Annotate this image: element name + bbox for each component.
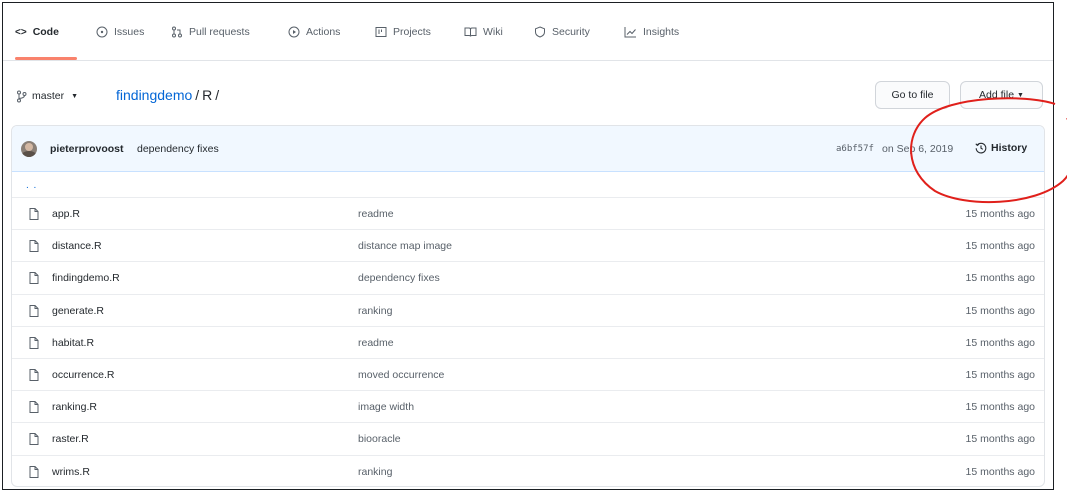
file-commit-age: 15 months ago (965, 401, 1035, 414)
breadcrumb-separator: / (195, 87, 200, 103)
active-tab-indicator (15, 57, 77, 60)
file-commit-age: 15 months ago (965, 433, 1035, 446)
breadcrumb-trailing-separator: / (215, 87, 220, 103)
latest-commit-bar: pieterprovoost dependency fixes a6bf57f … (12, 126, 1044, 172)
file-name-link[interactable]: findingdemo.R (52, 272, 120, 284)
project-icon (375, 27, 387, 37)
repo-nav: <> Code Issues Pull requests Actions Pro… (3, 3, 1053, 61)
breadcrumb: findingdemo / R / (116, 85, 222, 105)
tab-issues[interactable]: Issues (96, 25, 144, 39)
table-row[interactable]: habitat.R readme 15 months ago (12, 327, 1044, 359)
table-row[interactable]: wrims.R ranking 15 months ago (12, 456, 1044, 487)
branch-icon (17, 90, 27, 102)
tab-label: Code (32, 26, 59, 38)
breadcrumb-directory: R (202, 87, 213, 103)
repository-page: <> Code Issues Pull requests Actions Pro… (2, 2, 1054, 490)
table-row[interactable]: distance.R distance map image 15 months … (12, 230, 1044, 263)
table-row[interactable]: ranking.R image width 15 months ago (12, 391, 1044, 424)
play-icon (288, 26, 300, 38)
avatar[interactable] (21, 141, 37, 157)
file-icon (29, 433, 39, 446)
breadcrumb-repo-link[interactable]: findingdemo (116, 87, 192, 103)
file-commit-age: 15 months ago (965, 304, 1035, 317)
shield-icon (535, 26, 545, 38)
file-commit-message-link[interactable]: image width (358, 401, 414, 413)
file-icon (29, 368, 39, 381)
file-icon (29, 208, 39, 220)
tab-label: Pull requests (189, 26, 250, 38)
file-icon (29, 465, 39, 478)
file-name-link[interactable]: distance.R (52, 240, 102, 252)
file-name-link[interactable]: wrims.R (52, 466, 90, 478)
annotation-circle (910, 97, 1067, 204)
file-commit-age: 15 months ago (965, 336, 1035, 349)
issue-icon (96, 26, 108, 38)
file-commit-message-link[interactable]: ranking (358, 305, 392, 317)
file-commit-age: 15 months ago (965, 368, 1035, 381)
file-name-link[interactable]: app.R (52, 208, 80, 220)
branch-name: master (32, 90, 65, 102)
table-row[interactable]: generate.R ranking 15 months ago (12, 295, 1044, 327)
file-commit-message-link[interactable]: biooracle (358, 433, 401, 445)
parent-directory-row[interactable]: . . (12, 172, 1044, 198)
tab-insights[interactable]: Insights (624, 25, 679, 39)
branch-selector[interactable]: master ▼ (16, 86, 78, 106)
file-commit-age: 15 months ago (965, 240, 1035, 253)
file-name-link[interactable]: occurrence.R (52, 369, 114, 381)
tab-label: Insights (643, 26, 680, 38)
file-commit-message-link[interactable]: readme (358, 208, 394, 220)
commit-sha-link[interactable]: a6bf57f (836, 144, 874, 154)
tab-actions[interactable]: Actions (288, 25, 340, 39)
file-commit-age: 15 months ago (965, 465, 1035, 478)
file-name-link[interactable]: generate.R (52, 305, 104, 317)
file-commit-message-link[interactable]: moved occurrence (358, 369, 444, 381)
table-row[interactable]: raster.R biooracle 15 months ago (12, 423, 1044, 456)
file-commit-message-link[interactable]: readme (358, 337, 394, 349)
commit-author-link[interactable]: pieterprovoost (50, 143, 124, 155)
pull-request-icon (172, 26, 182, 38)
commit-message-link[interactable]: dependency fixes (137, 143, 219, 155)
file-name-link[interactable]: raster.R (52, 433, 89, 445)
file-commit-age: 15 months ago (965, 272, 1035, 285)
file-name-link[interactable]: habitat.R (52, 337, 94, 349)
book-icon (464, 27, 477, 37)
file-listing: pieterprovoost dependency fixes a6bf57f … (11, 125, 1045, 487)
tab-label: Issues (114, 26, 145, 38)
tab-label: Wiki (483, 26, 503, 38)
tab-label: Security (552, 26, 590, 38)
tab-projects[interactable]: Projects (375, 25, 431, 39)
graph-icon (624, 27, 636, 38)
file-icon (29, 240, 39, 253)
file-icon (29, 336, 39, 349)
code-icon: <> (15, 26, 27, 38)
table-row[interactable]: app.R readme 15 months ago (12, 198, 1044, 231)
parent-directory-link[interactable]: . . (26, 180, 37, 191)
file-name-link[interactable]: ranking.R (52, 401, 97, 413)
tab-label: Projects (393, 26, 431, 38)
tab-pull-requests[interactable]: Pull requests (171, 25, 250, 39)
tab-code[interactable]: <> Code (15, 25, 59, 39)
file-commit-message-link[interactable]: dependency fixes (358, 272, 440, 284)
file-icon (29, 401, 39, 414)
file-commit-message-link[interactable]: distance map image (358, 240, 452, 252)
file-rows: app.R readme 15 months ago distance.R di… (12, 198, 1044, 487)
tab-label: Actions (306, 26, 341, 38)
chevron-down-icon: ▼ (71, 92, 79, 100)
table-row[interactable]: findingdemo.R dependency fixes 15 months… (12, 262, 1044, 295)
file-icon (29, 304, 39, 317)
table-row[interactable]: occurrence.R moved occurrence 15 months … (12, 359, 1044, 392)
file-icon (29, 272, 39, 285)
tab-wiki[interactable]: Wiki (464, 25, 503, 39)
file-commit-message-link[interactable]: ranking (358, 466, 392, 478)
tab-security[interactable]: Security (534, 25, 590, 39)
file-commit-age: 15 months ago (965, 208, 1035, 220)
